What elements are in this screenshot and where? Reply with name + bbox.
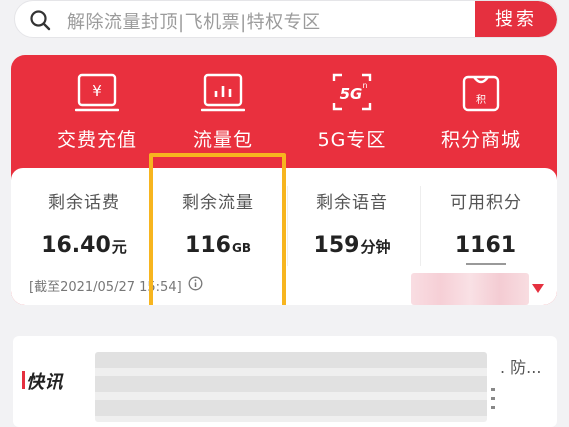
yuan-wallet-icon: ¥	[75, 73, 119, 112]
stat-balance[interactable]: 剩余话费 16.40元	[19, 168, 149, 258]
feature-label: 流量包	[192, 129, 253, 151]
highlight-box	[149, 153, 286, 305]
feature-label: 积分商城	[440, 129, 521, 151]
search-button[interactable]: 搜索	[475, 1, 557, 37]
news-strip[interactable]: 快讯 . 防...	[13, 336, 557, 427]
news-tag-accent	[22, 371, 25, 389]
stat-value: 16.40元	[41, 233, 127, 258]
stat-points[interactable]: 可用积分 1161	[421, 168, 551, 258]
stat-value: 1161	[454, 233, 517, 258]
news-visible-text: . 防...	[500, 358, 542, 377]
feature-points-mall[interactable]: 积 积分商城	[421, 73, 541, 152]
feature-recharge[interactable]: ¥ 交费充值	[37, 73, 157, 152]
search-input[interactable]: 解除流量封顶|飞机票|特权专区 搜索	[14, 0, 558, 38]
feature-label: 交费充值	[56, 129, 137, 151]
search-icon	[30, 10, 51, 31]
account-card: ¥ 交费充值 流量包 5G n 5G专区 积 积分商城 剩余话费 16.40元 …	[11, 55, 557, 305]
stat-label: 可用积分	[450, 193, 522, 213]
svg-text:5G: 5G	[340, 85, 363, 103]
stat-voice[interactable]: 剩余语音 159分钟	[287, 168, 417, 258]
news-tag: 快讯	[26, 372, 63, 393]
stat-value: 159分钟	[313, 233, 391, 258]
feature-label: 5G专区	[317, 129, 387, 151]
5g-icon: 5G n	[332, 73, 372, 111]
feature-5g[interactable]: 5G n 5G专区	[292, 73, 412, 152]
blurred-banner	[411, 273, 529, 305]
blurred-news-text	[95, 352, 487, 422]
stat-label: 剩余语音	[316, 193, 388, 213]
search-bar: 解除流量封顶|飞机票|特权专区 搜索	[14, 0, 558, 38]
news-dots	[491, 388, 495, 414]
shopping-bag-icon: 积	[462, 75, 500, 112]
points-underline	[466, 263, 506, 265]
stat-label: 剩余话费	[48, 193, 120, 213]
bar-chart-icon	[201, 73, 245, 112]
search-placeholder: 解除流量封顶|飞机票|特权专区	[67, 12, 321, 33]
feature-data-pack[interactable]: 流量包	[163, 73, 283, 152]
svg-text:积: 积	[476, 94, 486, 106]
caret-down-icon[interactable]	[532, 284, 544, 293]
svg-text:n: n	[362, 81, 367, 90]
svg-text:¥: ¥	[92, 82, 102, 100]
